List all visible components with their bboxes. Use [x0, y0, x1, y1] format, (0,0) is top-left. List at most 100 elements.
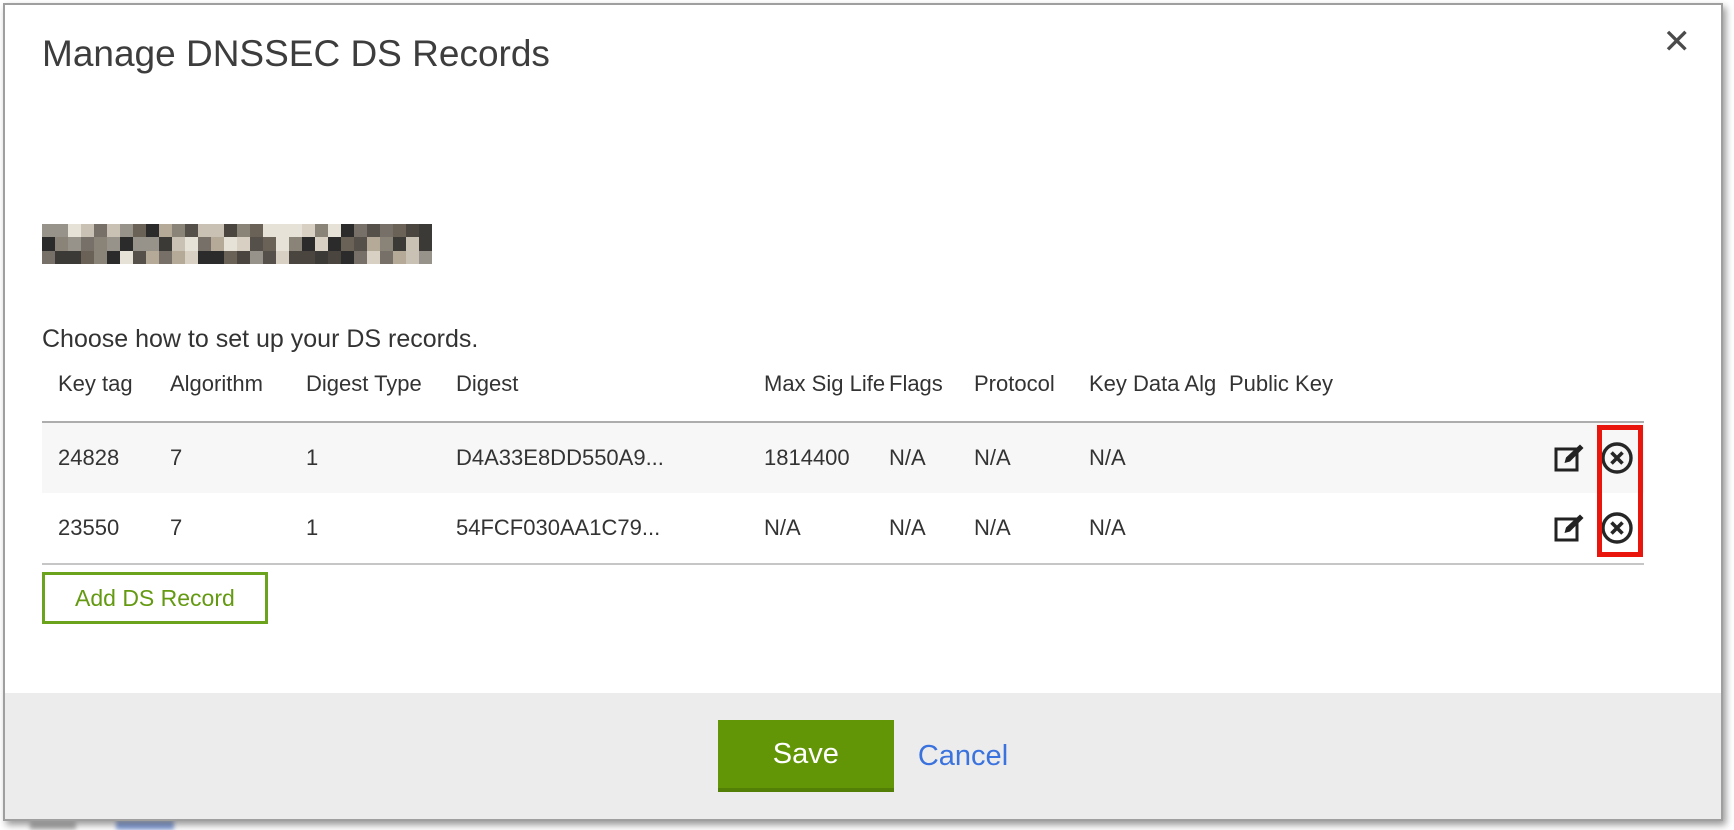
table-cell: N/A	[748, 515, 873, 541]
table-header-row: Key tagAlgorithmDigest TypeDigestMax Sig…	[42, 365, 1644, 421]
mosaic-block	[237, 237, 250, 250]
mosaic-block	[185, 251, 198, 264]
column-header: Max Sig Life	[748, 371, 873, 397]
modal-footer: Save Cancel	[5, 693, 1721, 819]
table-cell: 7	[154, 515, 290, 541]
modal-title: Manage DNSSEC DS Records	[42, 33, 550, 75]
mosaic-block	[289, 237, 302, 250]
mosaic-block	[107, 224, 120, 237]
mosaic-block	[250, 251, 263, 264]
edit-record-button[interactable]	[1552, 441, 1586, 475]
redacted-domain-name	[42, 224, 432, 264]
mosaic-block	[393, 224, 406, 237]
table-cell: N/A	[1073, 445, 1213, 471]
edit-icon	[1552, 511, 1586, 545]
mosaic-block	[315, 224, 328, 237]
mosaic-block	[224, 224, 237, 237]
mosaic-block	[42, 224, 55, 237]
mosaic-block	[419, 237, 432, 250]
row-actions	[1548, 439, 1644, 477]
mosaic-block	[263, 237, 276, 250]
mosaic-block	[328, 237, 341, 250]
delete-record-button[interactable]	[1598, 509, 1636, 547]
mosaic-block	[120, 224, 133, 237]
mosaic-block	[367, 251, 380, 264]
mosaic-block	[276, 237, 289, 250]
table-row: 2482871D4A33E8DD550A9...1814400N/AN/AN/A	[42, 423, 1644, 493]
mosaic-block	[172, 251, 185, 264]
table-cell: N/A	[873, 445, 958, 471]
mosaic-block	[354, 251, 367, 264]
mosaic-block	[68, 251, 81, 264]
delete-icon	[1598, 509, 1636, 547]
cancel-link[interactable]: Cancel	[918, 740, 1008, 773]
mosaic-block	[68, 224, 81, 237]
mosaic-block	[159, 224, 172, 237]
mosaic-block	[367, 224, 380, 237]
mosaic-block	[341, 224, 354, 237]
close-icon[interactable]: ✕	[1659, 21, 1696, 63]
mosaic-block	[146, 251, 159, 264]
column-header: Key Data Alg	[1073, 371, 1213, 397]
column-header: Flags	[873, 371, 958, 397]
column-header: Key tag	[42, 371, 154, 397]
mosaic-block	[133, 251, 146, 264]
table-cell: 23550	[42, 515, 154, 541]
mosaic-block	[55, 224, 68, 237]
table-cell: N/A	[873, 515, 958, 541]
instruction-text: Choose how to set up your DS records.	[42, 325, 478, 354]
mosaic-block	[42, 237, 55, 250]
add-ds-record-button[interactable]: Add DS Record	[42, 572, 268, 624]
mosaic-block	[120, 251, 133, 264]
mosaic-block	[250, 224, 263, 237]
mosaic-block	[302, 237, 315, 250]
mosaic-block	[315, 251, 328, 264]
mosaic-block	[380, 224, 393, 237]
mosaic-block	[328, 251, 341, 264]
delete-record-button[interactable]	[1598, 439, 1636, 477]
mosaic-block	[354, 224, 367, 237]
mosaic-block	[159, 251, 172, 264]
mosaic-block	[276, 224, 289, 237]
mosaic-block	[302, 251, 315, 264]
column-header: Algorithm	[154, 371, 290, 397]
mosaic-block	[406, 224, 419, 237]
mosaic-block	[42, 251, 55, 264]
mosaic-block	[341, 237, 354, 250]
table-row: 235507154FCF030AA1C79...N/AN/AN/AN/A	[42, 493, 1644, 563]
delete-icon	[1598, 439, 1636, 477]
mosaic-block	[81, 237, 94, 250]
mosaic-block	[133, 224, 146, 237]
mosaic-block	[380, 251, 393, 264]
table-cell: 24828	[42, 445, 154, 471]
mosaic-block	[250, 237, 263, 250]
mosaic-block	[406, 251, 419, 264]
edit-record-button[interactable]	[1552, 511, 1586, 545]
background-page-remnant	[116, 821, 174, 830]
mosaic-block	[198, 251, 211, 264]
mosaic-block	[237, 224, 250, 237]
column-header: Digest	[440, 371, 748, 397]
mosaic-block	[198, 224, 211, 237]
mosaic-block	[393, 237, 406, 250]
mosaic-block	[341, 251, 354, 264]
mosaic-block	[211, 237, 224, 250]
mosaic-block	[354, 237, 367, 250]
mosaic-block	[185, 237, 198, 250]
manage-dnssec-modal: Manage DNSSEC DS Records ✕ Choose how to…	[3, 3, 1723, 821]
mosaic-block	[159, 237, 172, 250]
mosaic-block	[211, 224, 224, 237]
table-cell: 1	[290, 515, 440, 541]
mosaic-block	[94, 251, 107, 264]
mosaic-block	[107, 237, 120, 250]
column-header: Public Key	[1213, 371, 1548, 397]
mosaic-block	[81, 251, 94, 264]
mosaic-block	[120, 237, 133, 250]
mosaic-block	[172, 224, 185, 237]
mosaic-block	[94, 224, 107, 237]
save-button[interactable]: Save	[718, 720, 894, 792]
mosaic-block	[367, 237, 380, 250]
table-cell: D4A33E8DD550A9...	[440, 445, 748, 471]
mosaic-block	[419, 224, 432, 237]
column-header: Protocol	[958, 371, 1073, 397]
